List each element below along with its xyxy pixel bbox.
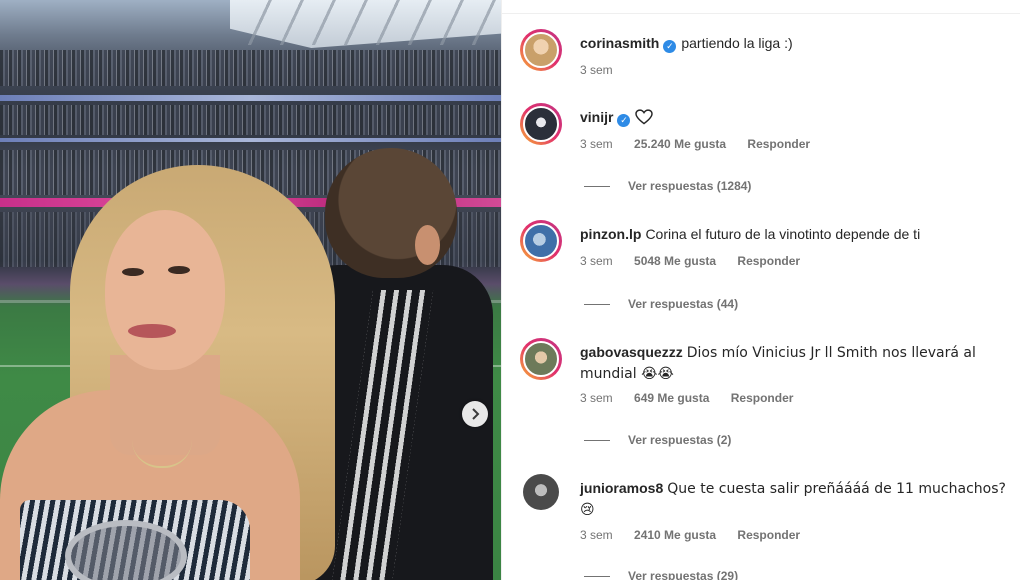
avatar[interactable] bbox=[520, 103, 562, 145]
comment-meta: 3 sem bbox=[580, 63, 631, 77]
panel-top-divider bbox=[502, 0, 1020, 14]
woman-lips bbox=[128, 324, 176, 338]
caption: corinasmith ✓ partiendo la liga :) 3 sem bbox=[520, 29, 1010, 89]
timestamp: 3 sem bbox=[580, 63, 613, 77]
view-replies-label: Ver respuestas (29) bbox=[628, 569, 739, 580]
view-replies-label: Ver respuestas (1284) bbox=[628, 179, 752, 193]
reply-button[interactable]: Responder bbox=[737, 528, 800, 542]
timestamp: 3 sem bbox=[580, 528, 613, 542]
replies-divider bbox=[584, 575, 610, 577]
comment-text: partiendo la liga :) bbox=[681, 35, 793, 51]
verified-badge-icon: ✓ bbox=[617, 114, 631, 127]
username-link[interactable]: gabovasquezzz bbox=[580, 344, 683, 360]
avatar-image bbox=[523, 341, 559, 377]
replies-divider bbox=[584, 185, 610, 187]
stadium-tier-band bbox=[0, 138, 501, 142]
post-photo bbox=[0, 0, 501, 580]
comment: gabovasquezzz Dios mío Vinicius Jr ll Smi… bbox=[520, 338, 1010, 453]
comment-meta: 3 sem 2410 Me gusta Responder bbox=[580, 528, 818, 542]
comment-body: junioramos8 Que te cuesta salir preñáááá … bbox=[580, 478, 1010, 520]
comment-body: vinijr ✓ bbox=[580, 107, 1010, 127]
next-image-button[interactable] bbox=[462, 401, 488, 427]
stadium-crowd bbox=[0, 105, 501, 135]
likes-count[interactable]: 649 Me gusta bbox=[634, 391, 709, 405]
woman-eye bbox=[168, 266, 190, 274]
username-link[interactable]: vinijr bbox=[580, 109, 613, 125]
view-replies-button[interactable]: Ver respuestas (2) bbox=[584, 433, 731, 447]
woman-eye bbox=[122, 268, 144, 276]
timestamp: 3 sem bbox=[580, 391, 613, 405]
comment-body: corinasmith ✓ partiendo la liga :) bbox=[580, 33, 1010, 53]
avatar-image bbox=[523, 32, 559, 68]
replies-divider bbox=[584, 303, 610, 305]
view-replies-button[interactable]: Ver respuestas (44) bbox=[584, 297, 738, 311]
stadium-roof-beams bbox=[240, 0, 500, 45]
woman-face bbox=[105, 210, 225, 370]
comment-meta: 3 sem 649 Me gusta Responder bbox=[580, 391, 811, 405]
comment-meta: 3 sem 5048 Me gusta Responder bbox=[580, 254, 818, 268]
view-replies-label: Ver respuestas (44) bbox=[628, 297, 739, 311]
chevron-right-icon bbox=[472, 408, 480, 420]
comment-body: pinzon.lp Corina el futuro de la vinotint… bbox=[580, 224, 1010, 244]
view-replies-button[interactable]: Ver respuestas (1284) bbox=[584, 179, 751, 193]
avatar-image bbox=[523, 106, 559, 142]
avatar[interactable] bbox=[523, 474, 559, 510]
likes-count[interactable]: 25.240 Me gusta bbox=[634, 137, 726, 151]
avatar[interactable] bbox=[520, 220, 562, 262]
reply-button[interactable]: Responder bbox=[747, 137, 810, 151]
comment-text: Corina el futuro de la vinotinto depende… bbox=[645, 226, 921, 242]
timestamp: 3 sem bbox=[580, 254, 613, 268]
avatar-image bbox=[523, 223, 559, 259]
avatar-image bbox=[523, 474, 559, 510]
comment-meta: 3 sem 25.240 Me gusta Responder bbox=[580, 137, 828, 151]
avatar[interactable] bbox=[520, 29, 562, 71]
stadium-crowd bbox=[0, 50, 501, 86]
username-link[interactable]: pinzon.lp bbox=[580, 226, 641, 242]
likes-count[interactable]: 5048 Me gusta bbox=[634, 254, 716, 268]
man-ear bbox=[415, 225, 440, 265]
timestamp: 3 sem bbox=[580, 137, 613, 151]
avatar[interactable] bbox=[520, 338, 562, 380]
comment: vinijr ✓ 3 sem 25.240 Me gusta Responder … bbox=[520, 103, 1010, 198]
likes-count[interactable]: 2410 Me gusta bbox=[634, 528, 716, 542]
comment: junioramos8 Que te cuesta salir preñáááá … bbox=[520, 474, 1010, 580]
comments-panel: corinasmith ✓ partiendo la liga :) 3 sem v… bbox=[501, 0, 1020, 580]
view-replies-button[interactable]: Ver respuestas (29) bbox=[584, 569, 738, 580]
man-head bbox=[325, 148, 457, 278]
reply-button[interactable]: Responder bbox=[731, 391, 794, 405]
username-link[interactable]: corinasmith bbox=[580, 35, 659, 51]
replies-divider bbox=[584, 439, 610, 441]
heart-icon bbox=[635, 109, 654, 125]
reply-button[interactable]: Responder bbox=[737, 254, 800, 268]
comment-body: gabovasquezzz Dios mío Vinicius Jr ll Smi… bbox=[580, 342, 1010, 384]
view-replies-label: Ver respuestas (2) bbox=[628, 433, 732, 447]
comment: pinzon.lp Corina el futuro de la vinotint… bbox=[520, 220, 1010, 315]
username-link[interactable]: junioramos8 bbox=[580, 480, 663, 496]
verified-badge-icon: ✓ bbox=[663, 40, 677, 53]
stadium-tier-band bbox=[0, 95, 501, 101]
